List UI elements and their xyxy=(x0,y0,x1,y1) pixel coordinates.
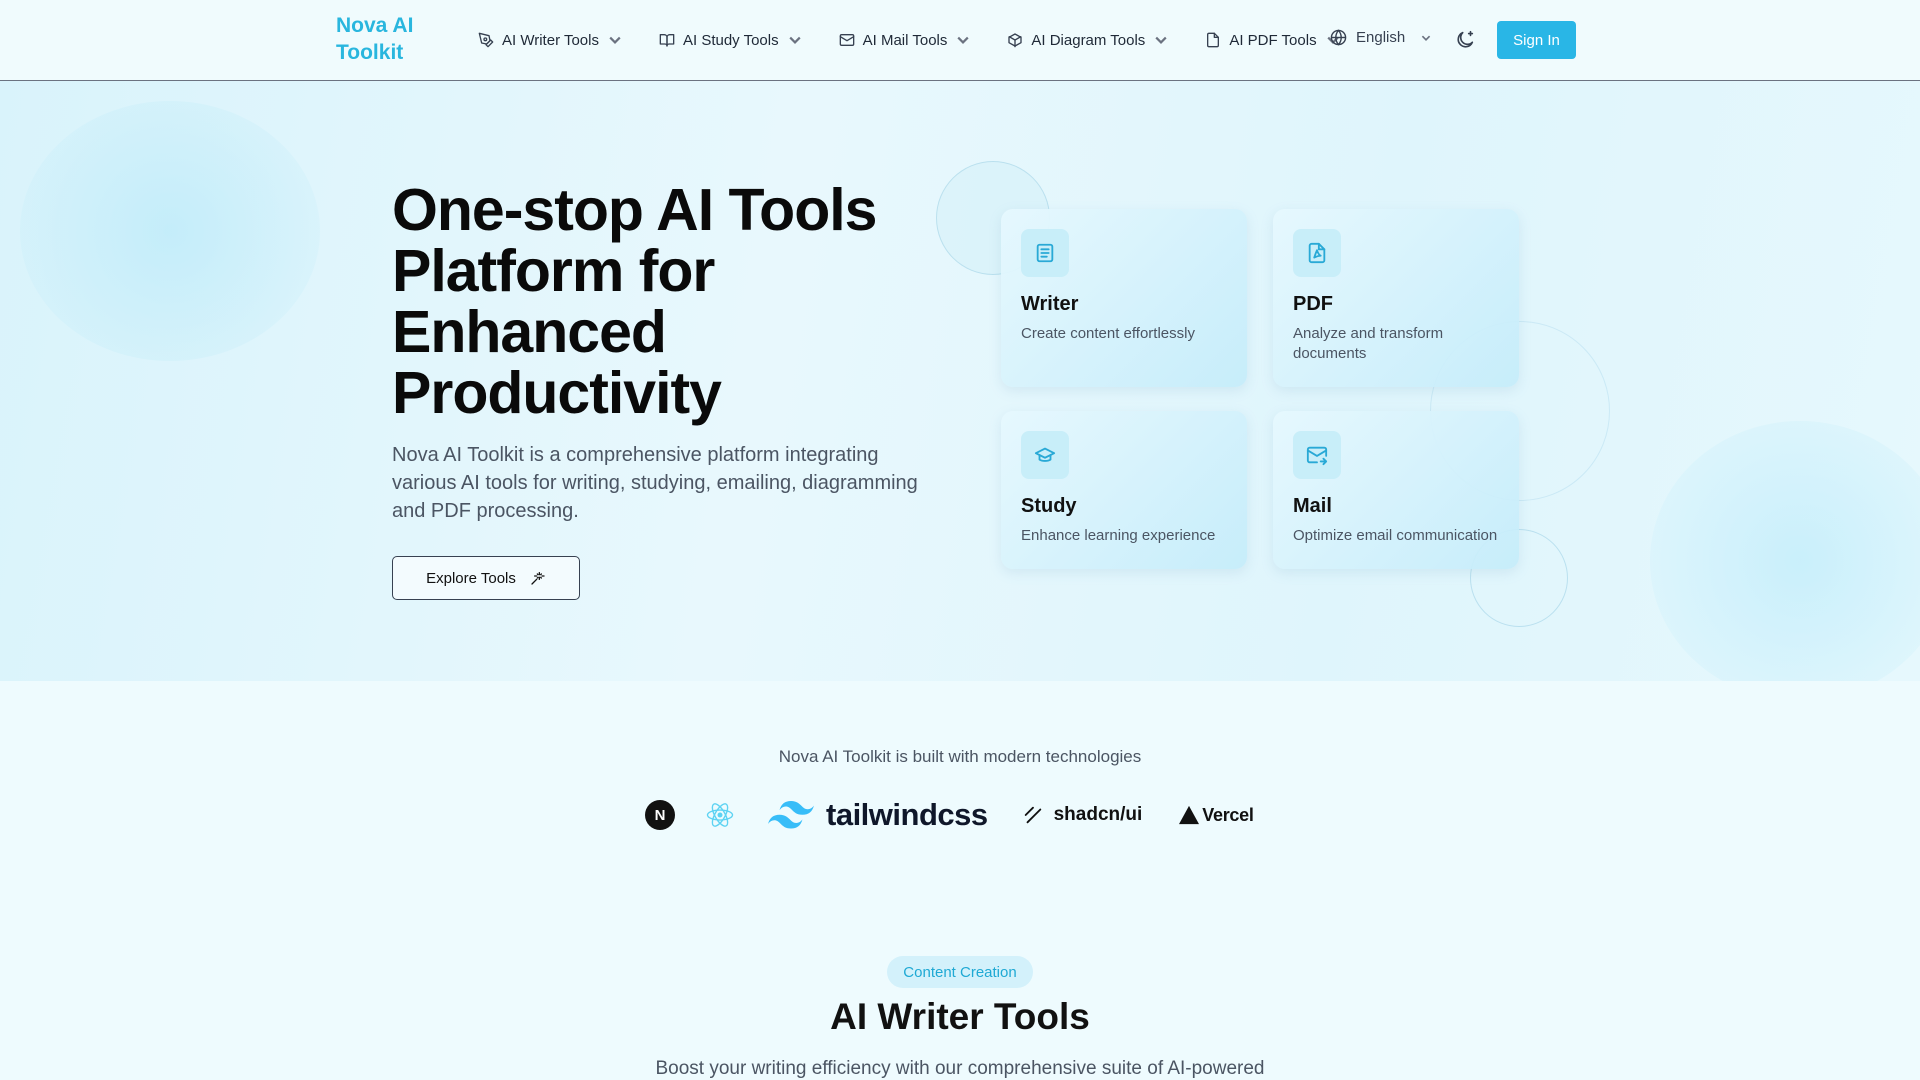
chevron-down-icon xyxy=(1155,36,1167,44)
card-icon-wrap xyxy=(1021,431,1069,479)
react-logo xyxy=(706,803,734,827)
nav-ai-mail-tools[interactable]: AI Mail Tools xyxy=(839,32,972,49)
globe-icon xyxy=(1330,29,1347,46)
chevron-down-icon xyxy=(957,36,969,44)
feature-card-pdf[interactable]: PDF Analyze and transform documents xyxy=(1273,209,1519,387)
language-label: English xyxy=(1356,29,1406,46)
card-title: Mail xyxy=(1293,495,1332,517)
card-title: Study xyxy=(1021,495,1077,517)
decorative-blob xyxy=(1650,421,1920,681)
section-title: AI Writer Tools xyxy=(830,996,1090,1037)
shadcn-slash-icon xyxy=(1024,806,1041,824)
tailwindcss-logo: tailwindcss xyxy=(768,797,988,833)
brand-logo[interactable]: Nova AI Toolkit xyxy=(336,12,446,66)
tailwind-wave-icon xyxy=(768,801,814,829)
card-description: Analyze and transform documents xyxy=(1293,325,1444,362)
card-title: Writer xyxy=(1021,293,1079,315)
hero-section: One-stop AI Tools Platform for Enhanced … xyxy=(0,81,1920,681)
explore-tools-button[interactable]: Explore Tools xyxy=(392,556,580,600)
book-icon xyxy=(659,34,675,47)
nav-item-label: AI Mail Tools xyxy=(862,31,948,49)
pen-icon xyxy=(478,32,494,48)
feature-card-writer[interactable]: Writer Create content effortlessly xyxy=(1001,209,1247,387)
top-navbar: Nova AI Toolkit AI Writer Tools AI Study… xyxy=(0,0,1920,81)
nav-item-label: AI PDF Tools xyxy=(1229,31,1317,49)
shadcn-wordmark: shadcn/ui xyxy=(1053,804,1143,825)
card-description: Optimize email communication xyxy=(1293,527,1498,544)
sparkle-icon xyxy=(531,572,545,585)
card-icon-wrap xyxy=(1293,229,1341,277)
nextjs-logo: N xyxy=(645,800,675,830)
card-icon-wrap xyxy=(1021,229,1069,277)
file-icon xyxy=(1207,32,1220,48)
tech-caption: Nova AI Toolkit is built with modern tec… xyxy=(778,747,1142,766)
nav-ai-pdf-tools[interactable]: AI PDF Tools xyxy=(1205,32,1340,49)
section-badge: Content Creation xyxy=(887,956,1033,988)
pdf-file-icon xyxy=(1308,242,1326,264)
moon-icon[interactable] xyxy=(1454,29,1476,51)
feature-card-study[interactable]: Study Enhance learning experience xyxy=(1001,411,1247,569)
chevron-down-icon xyxy=(1422,35,1431,41)
decorative-blob xyxy=(20,101,320,361)
nav-ai-study-tools[interactable]: AI Study Tools xyxy=(659,32,803,49)
card-title: PDF xyxy=(1293,293,1333,315)
feature-card-mail[interactable]: Mail Optimize email communication xyxy=(1273,411,1519,569)
vercel-wordmark: Vercel xyxy=(1202,804,1254,825)
nav-item-label: AI Study Tools xyxy=(682,31,779,49)
box-icon xyxy=(1008,33,1023,48)
tech-logos: N tailwindcss shadcn/ui Vercel xyxy=(645,795,1254,835)
shadcn-logo: shadcn/ui xyxy=(1022,804,1143,826)
main-menu: AI Writer Tools AI Study Tools AI Mail T… xyxy=(478,0,1377,80)
card-icon-wrap xyxy=(1293,431,1341,479)
hero-description: Nova AI Toolkit is a comprehensive platf… xyxy=(392,444,918,522)
nav-item-label: AI Writer Tools xyxy=(502,31,599,49)
hero-title: One-stop AI Tools Platform for Enhanced … xyxy=(392,177,877,426)
mail-icon xyxy=(839,34,854,46)
document-lines-icon xyxy=(1036,243,1054,263)
nav-item-label: AI Diagram Tools xyxy=(1031,31,1146,49)
sign-in-button[interactable]: Sign In xyxy=(1497,21,1576,59)
chevron-down-icon xyxy=(789,36,801,44)
card-description: Create content effortlessly xyxy=(1021,325,1195,342)
nav-ai-diagram-tools[interactable]: AI Diagram Tools xyxy=(1007,32,1169,49)
graduation-cap-icon xyxy=(1034,447,1056,462)
chevron-down-icon xyxy=(609,36,621,44)
mail-send-icon xyxy=(1306,446,1328,466)
explore-tools-label: Explore Tools xyxy=(426,569,516,587)
vercel-logo: Vercel xyxy=(1178,804,1254,826)
vercel-triangle-icon xyxy=(1179,805,1200,825)
nav-ai-writer-tools[interactable]: AI Writer Tools xyxy=(478,32,623,49)
card-description: Enhance learning experience xyxy=(1021,527,1216,544)
tailwind-wordmark: tailwindcss xyxy=(826,797,988,832)
language-selector[interactable]: English xyxy=(1330,29,1432,46)
section-description: Boost your writing efficiency with our c… xyxy=(655,1058,1265,1079)
